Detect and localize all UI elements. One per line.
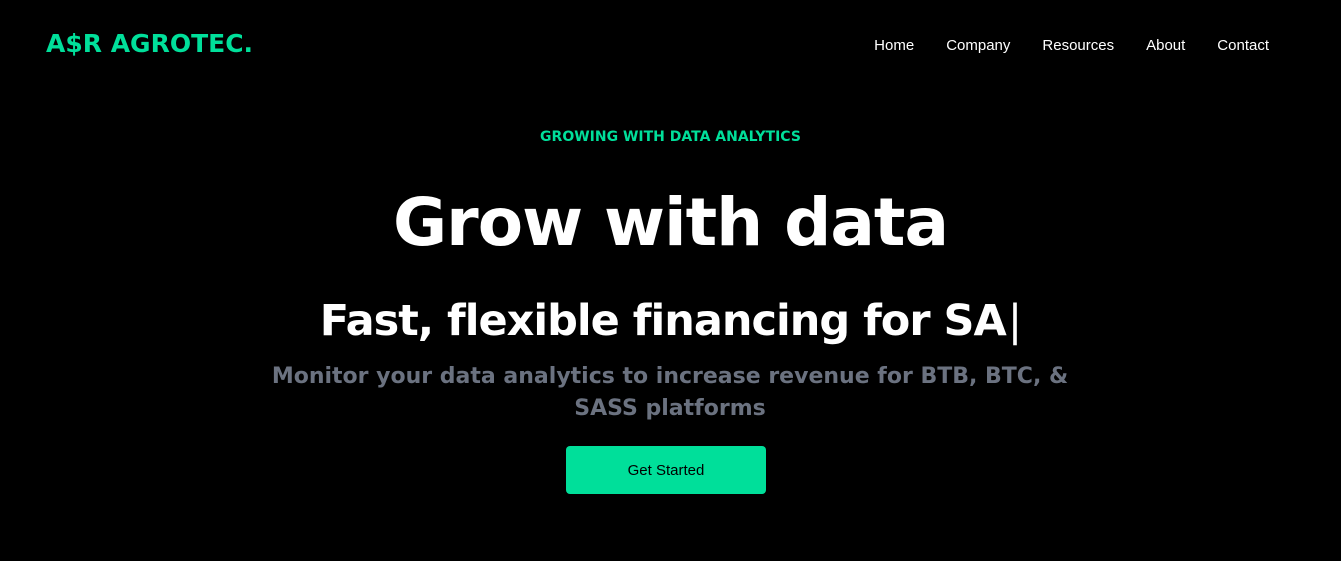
nav-item-resources[interactable]: Resources xyxy=(1026,36,1130,56)
typed-text: Fast, flexible financing for SA xyxy=(319,296,1007,346)
hero-subheadline: Fast, flexible financing for SA| xyxy=(0,293,1341,349)
nav-item-home[interactable]: Home xyxy=(858,36,930,56)
get-started-button[interactable]: Get Started xyxy=(566,446,766,494)
nav-item-company[interactable]: Company xyxy=(930,36,1026,56)
nav-item-contact[interactable]: Contact xyxy=(1201,36,1269,56)
nav-item-about[interactable]: About xyxy=(1130,36,1201,56)
hero-description: Monitor your data analytics to increase … xyxy=(271,364,1069,421)
hero-eyebrow: GROWING WITH DATA ANALYTICS xyxy=(540,129,801,145)
typing-cursor: | xyxy=(1007,296,1022,346)
main-nav: Home Company Resources About Contact xyxy=(858,36,1269,56)
hero-headline: Grow with data xyxy=(393,184,949,261)
brand-logo[interactable]: A$R AGROTEC. xyxy=(46,29,253,58)
